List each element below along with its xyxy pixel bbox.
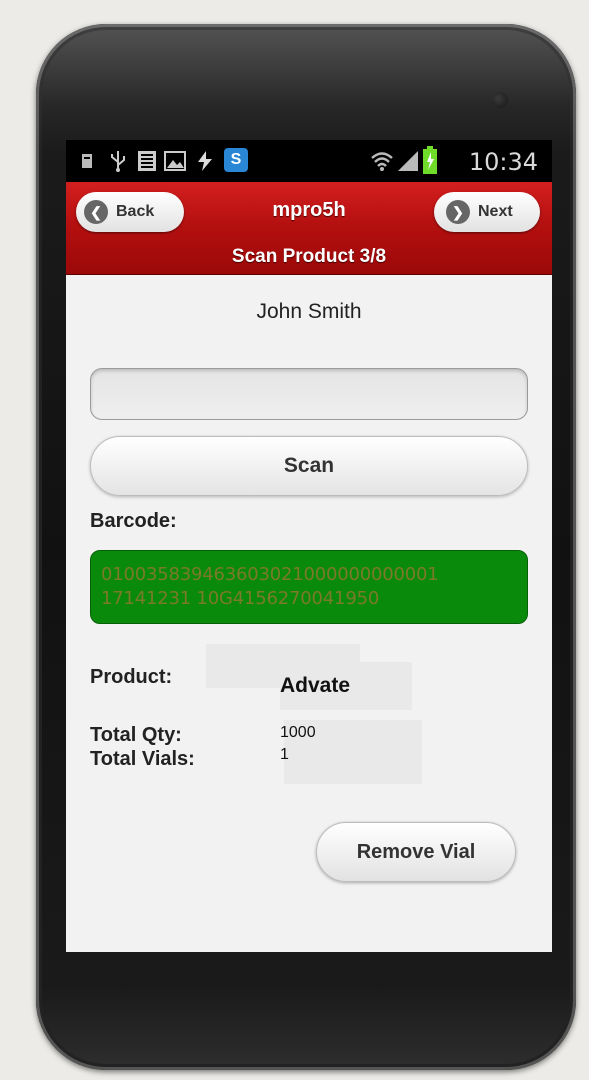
- scan-button-label: Scan: [283, 454, 335, 477]
- app-title: mpro5h: [272, 199, 346, 221]
- remove-vial-button-label: Remove Vial: [356, 840, 476, 863]
- back-button[interactable]: ❮ Back: [76, 192, 184, 232]
- user-name: John Smith: [256, 300, 362, 323]
- page-subtitle: Scan Product 3/8: [231, 246, 387, 267]
- remove-vial-button[interactable]: Remove Vial: [316, 822, 516, 882]
- notification-icon: [82, 154, 92, 168]
- total-qty-label: Total Qty:: [90, 724, 182, 746]
- total-vials-label: Total Vials:: [90, 748, 195, 770]
- barcode-line-1: 010035839463603021000000000001: [101, 564, 439, 585]
- main-content: John Smith Scan Barcode: 010035839463603…: [66, 274, 552, 952]
- next-button-label: Next: [478, 203, 513, 220]
- total-qty-value: 1000: [280, 724, 316, 741]
- sim-icon: [138, 151, 156, 171]
- battery-icon: [423, 146, 437, 174]
- status-time: 10:34: [468, 148, 538, 176]
- sync-icon: [198, 151, 212, 171]
- status-bar: S 10:34: [66, 140, 552, 182]
- scan-input[interactable]: [90, 368, 528, 420]
- chevron-right-icon: ❯: [446, 200, 470, 224]
- next-button[interactable]: ❯ Next: [434, 192, 540, 232]
- chevron-left-icon: ❮: [84, 200, 108, 224]
- app-screen: S 10:34 ❮ Back mpro5h ❯ Next Scan Produc…: [66, 140, 552, 952]
- app-header: ❮ Back mpro5h ❯ Next Scan Product 3/8: [66, 182, 552, 275]
- product-label: Product:: [90, 666, 173, 688]
- image-icon: [164, 151, 186, 171]
- wifi-icon: [371, 152, 393, 171]
- product-value: Advate: [280, 674, 351, 697]
- app-s-icon: S: [224, 148, 248, 172]
- signal-icon: [398, 151, 418, 171]
- scan-button[interactable]: Scan: [90, 436, 528, 496]
- barcode-line-2: 17141231 10G4156270041950: [101, 588, 380, 609]
- back-button-label: Back: [116, 203, 155, 220]
- barcode-label: Barcode:: [90, 510, 177, 532]
- barcode-value-box: 010035839463603021000000000001 17141231 …: [90, 550, 528, 624]
- camera-icon: [492, 92, 508, 108]
- total-vials-value: 1: [280, 746, 289, 763]
- usb-icon: [111, 151, 125, 172]
